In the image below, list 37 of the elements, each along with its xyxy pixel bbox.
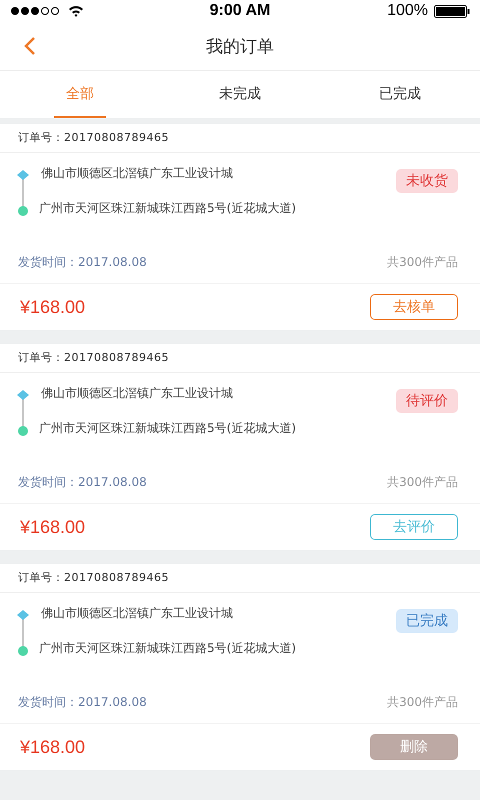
action-button[interactable]: 去评价 bbox=[370, 514, 458, 540]
page-title: 我的订单 bbox=[206, 36, 274, 58]
status-badge: 未收货 bbox=[396, 169, 458, 193]
origin-address: 佛山市顺德区北滘镇广东工业设计城 bbox=[40, 165, 234, 182]
route-icon bbox=[15, 389, 31, 437]
destination-address: 广州市天河区珠江新城珠江西路5号(近花城大道) bbox=[39, 640, 296, 657]
action-button[interactable]: 去核单 bbox=[370, 294, 458, 320]
order-number: 订单号：20170808789465 bbox=[0, 124, 480, 153]
product-count: 共300件产品 bbox=[387, 474, 458, 490]
battery-percent: 100% bbox=[387, 2, 428, 20]
order-number: 订单号：20170808789465 bbox=[0, 564, 480, 593]
clock-time: 9:00 AM bbox=[210, 2, 270, 20]
ship-time: 发货时间：2017.08.08 bbox=[18, 474, 147, 490]
route-icon bbox=[15, 609, 31, 657]
tab[interactable]: 全部 bbox=[54, 71, 106, 118]
back-icon bbox=[24, 36, 36, 56]
product-count: 共300件产品 bbox=[387, 254, 458, 270]
origin-address: 佛山市顺德区北滘镇广东工业设计城 bbox=[40, 605, 234, 622]
battery-icon bbox=[434, 4, 470, 18]
order-number: 订单号：20170808789465 bbox=[0, 344, 480, 373]
wifi-icon bbox=[68, 5, 84, 17]
product-count: 共300件产品 bbox=[387, 694, 458, 710]
order-price: ¥168.00 bbox=[20, 736, 86, 758]
ship-time: 发货时间：2017.08.08 bbox=[18, 254, 147, 270]
ship-time: 发货时间：2017.08.08 bbox=[18, 694, 147, 710]
origin-address: 佛山市顺德区北滘镇广东工业设计城 bbox=[40, 385, 234, 402]
destination-address: 广州市天河区珠江新城珠江西路5号(近花城大道) bbox=[39, 420, 296, 437]
action-button[interactable]: 删除 bbox=[370, 734, 458, 760]
order-price: ¥168.00 bbox=[20, 516, 86, 538]
tab[interactable]: 已完成 bbox=[320, 71, 480, 118]
status-badge: 待评价 bbox=[396, 389, 458, 413]
destination-address: 广州市天河区珠江新城珠江西路5号(近花城大道) bbox=[39, 200, 296, 217]
status-badge: 已完成 bbox=[396, 609, 458, 633]
route-icon bbox=[15, 169, 31, 217]
order-price: ¥168.00 bbox=[20, 296, 86, 318]
signal-icon bbox=[10, 6, 62, 16]
tab[interactable]: 未完成 bbox=[160, 71, 320, 118]
